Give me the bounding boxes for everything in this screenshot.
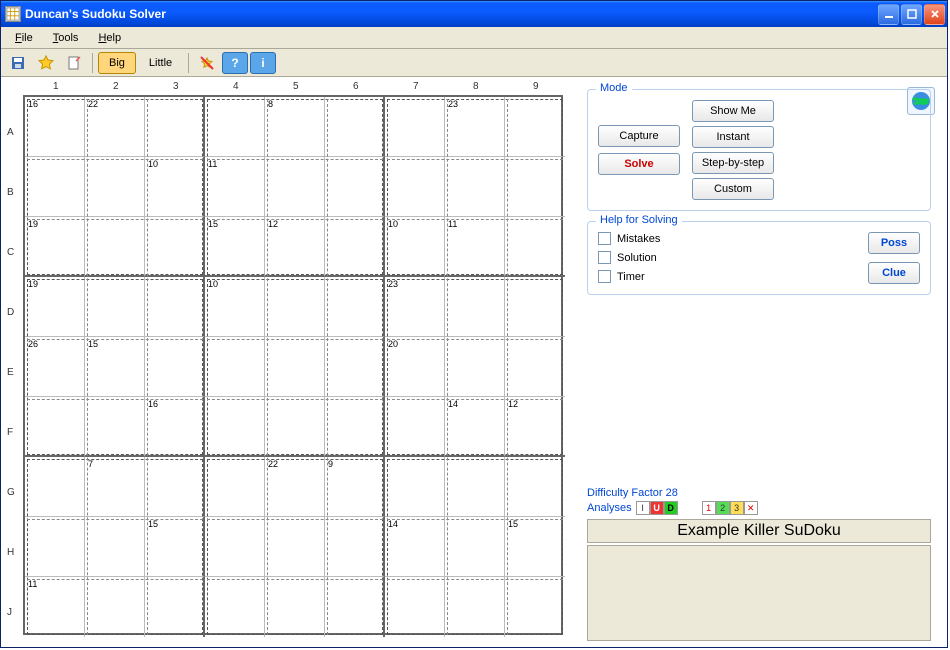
new-doc-icon[interactable]: [61, 52, 87, 74]
analysis-2[interactable]: 2: [716, 501, 730, 515]
sudoku-panel: 1 2 3 4 5 6 7 8 9 A B C D E F G H J 16228231011191512101…: [7, 81, 567, 641]
help-legend: Help for Solving: [596, 214, 682, 226]
mode-group: Mode Capture Solve Show Me Instant Step-…: [587, 89, 931, 211]
status-title: Example Killer SuDoku: [587, 519, 931, 543]
analyses-row: Analyses I U D 1 2 3 ✕: [587, 501, 941, 515]
analysis-D[interactable]: D: [664, 501, 678, 515]
help-group: Help for Solving Mistakes Solution Timer…: [587, 221, 931, 295]
row-label-H: H: [7, 547, 14, 558]
row-label-B: B: [7, 187, 14, 198]
mistakes-checkbox[interactable]: Mistakes: [598, 232, 660, 245]
status-box: [587, 545, 931, 641]
col-label-3: 3: [173, 81, 179, 92]
mode-legend: Mode: [596, 82, 632, 94]
analyses-label: Analyses: [587, 502, 632, 514]
col-label-4: 4: [233, 81, 239, 92]
sudoku-grid[interactable]: 1622823101119151210111910232615201614127…: [23, 95, 563, 635]
row-label-F: F: [7, 427, 13, 438]
menubar: File Tools Help: [1, 27, 947, 49]
solve-button[interactable]: Solve: [598, 153, 680, 175]
help-icon[interactable]: ?: [222, 52, 248, 74]
clue-button[interactable]: Clue: [868, 262, 920, 284]
analysis-3[interactable]: 3: [730, 501, 744, 515]
svg-text:?: ?: [231, 56, 238, 70]
little-button[interactable]: Little: [138, 52, 183, 74]
col-label-1: 1: [53, 81, 59, 92]
col-label-2: 2: [113, 81, 119, 92]
toolbar: Big Little ? i: [1, 49, 947, 77]
instant-button[interactable]: Instant: [692, 126, 774, 148]
menu-file[interactable]: File: [7, 30, 41, 46]
col-label-8: 8: [473, 81, 479, 92]
row-label-G: G: [7, 487, 15, 498]
maximize-button[interactable]: [901, 4, 922, 25]
analysis-x[interactable]: ✕: [744, 501, 758, 515]
info-icon[interactable]: i: [250, 52, 276, 74]
titlebar: Duncan's Sudoku Solver: [1, 1, 947, 27]
delete-star-icon[interactable]: [194, 52, 220, 74]
col-label-7: 7: [413, 81, 419, 92]
row-label-C: C: [7, 247, 14, 258]
save-icon[interactable]: [5, 52, 31, 74]
svg-text:i: i: [261, 56, 264, 70]
row-label-A: A: [7, 127, 14, 138]
stepbystep-button[interactable]: Step-by-step: [692, 152, 774, 174]
showme-button[interactable]: Show Me: [692, 100, 774, 122]
star-icon[interactable]: [33, 52, 59, 74]
app-window: Duncan's Sudoku Solver File Tools Help B…: [0, 0, 948, 648]
minimize-button[interactable]: [878, 4, 899, 25]
poss-button[interactable]: Poss: [868, 232, 920, 254]
col-label-6: 6: [353, 81, 359, 92]
window-title: Duncan's Sudoku Solver: [25, 7, 878, 21]
analysis-U[interactable]: U: [650, 501, 664, 515]
timer-checkbox[interactable]: Timer: [598, 270, 660, 283]
analysis-I[interactable]: I: [636, 501, 650, 515]
menu-help[interactable]: Help: [90, 30, 129, 46]
menu-tools[interactable]: Tools: [45, 30, 87, 46]
side-panel: Mode Capture Solve Show Me Instant Step-…: [577, 81, 941, 641]
col-label-9: 9: [533, 81, 539, 92]
app-icon: [5, 6, 21, 22]
analysis-1[interactable]: 1: [702, 501, 716, 515]
close-button[interactable]: [924, 4, 945, 25]
solution-checkbox[interactable]: Solution: [598, 251, 660, 264]
row-label-D: D: [7, 307, 14, 318]
row-label-E: E: [7, 367, 14, 378]
difficulty-label: Difficulty Factor 28: [587, 487, 941, 499]
big-button[interactable]: Big: [98, 52, 136, 74]
col-label-5: 5: [293, 81, 299, 92]
row-label-J: J: [7, 607, 12, 618]
capture-button[interactable]: Capture: [598, 125, 680, 147]
custom-button[interactable]: Custom: [692, 178, 774, 200]
